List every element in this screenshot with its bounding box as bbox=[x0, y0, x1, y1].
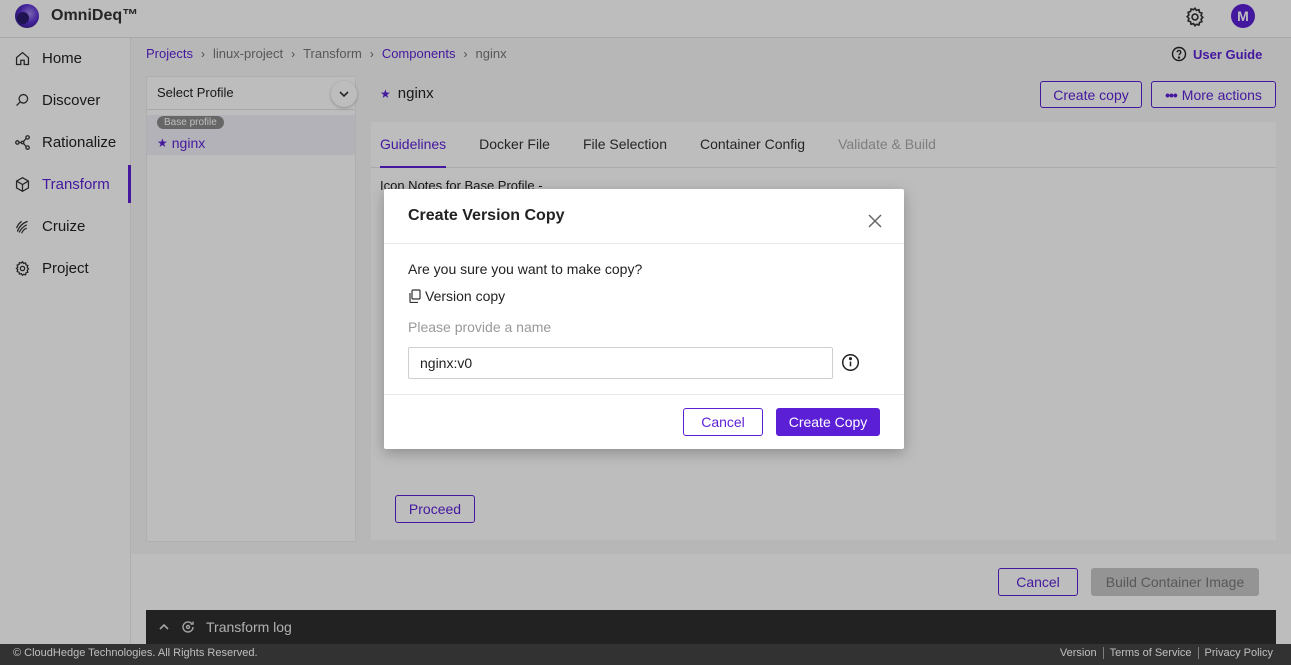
info-icon[interactable] bbox=[841, 353, 860, 372]
copy-icon bbox=[409, 289, 421, 303]
create-copy-confirm-button[interactable]: Create Copy bbox=[776, 408, 880, 436]
dialog-header: Create Version Copy bbox=[384, 189, 904, 244]
version-name-input[interactable] bbox=[408, 347, 833, 379]
name-hint: Please provide a name bbox=[408, 319, 552, 335]
close-icon[interactable] bbox=[865, 211, 885, 231]
version-copy-text: Version copy bbox=[425, 288, 506, 304]
dialog-cancel-button[interactable]: Cancel bbox=[683, 408, 763, 436]
create-version-copy-dialog: Create Version Copy Are you sure you wan… bbox=[384, 189, 904, 449]
dialog-question: Are you sure you want to make copy? bbox=[408, 261, 643, 277]
dialog-divider bbox=[384, 394, 904, 395]
version-copy-label: Version copy bbox=[408, 288, 505, 304]
dialog-title: Create Version Copy bbox=[408, 207, 565, 224]
